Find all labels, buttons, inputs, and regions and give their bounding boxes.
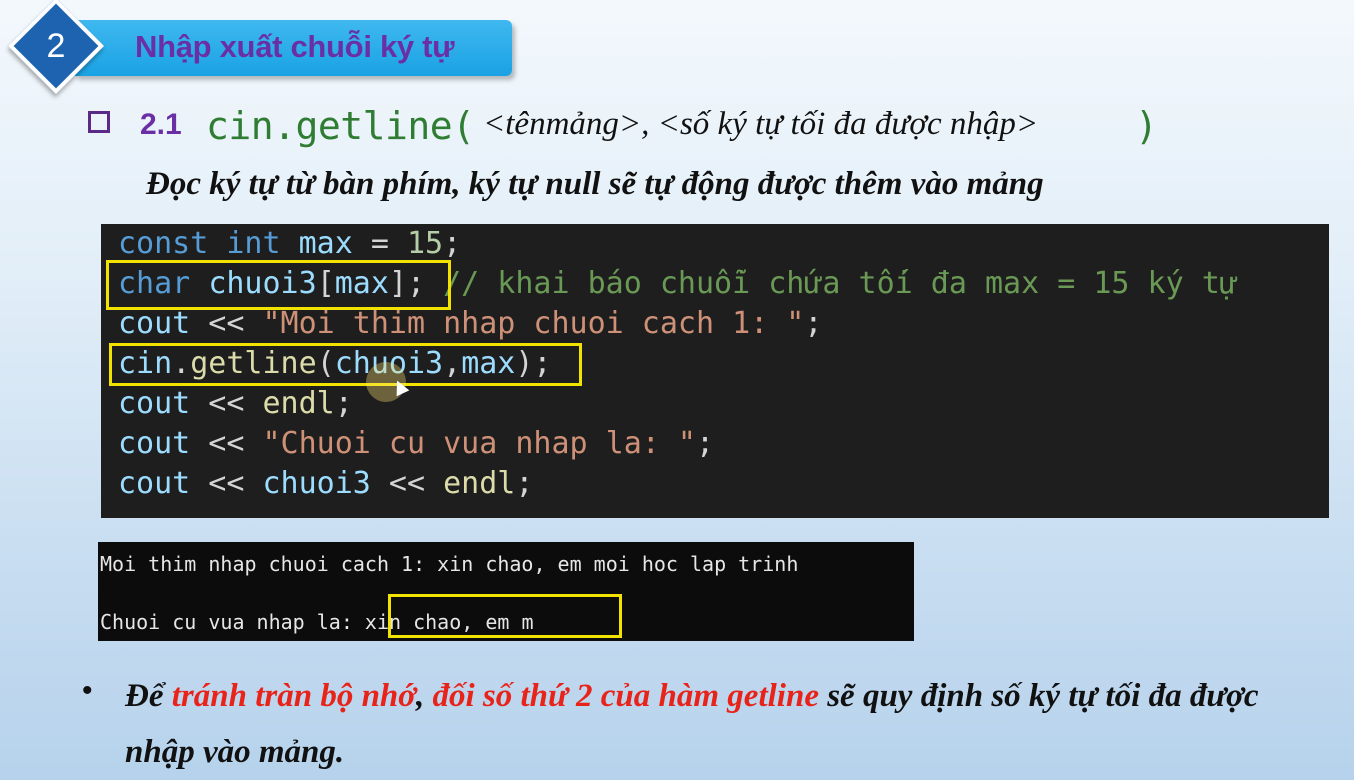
highlight-box-output: [388, 594, 622, 638]
subheading-args: <tênmảng>, <số ký tự tối đa được nhập>: [483, 106, 1039, 142]
highlight-box-getline: [109, 343, 582, 386]
code-panel: const int max = 15; char chuoi3[max]; //…: [101, 224, 1329, 518]
code-line-1: const int max = 15;: [118, 226, 462, 261]
checkbox-square-icon: [88, 111, 110, 133]
code-line-7: cout << chuoi3 << endl;: [118, 466, 534, 501]
section-number: 2: [46, 27, 66, 65]
console-line-1: Moi thim nhap chuoi cach 1: xin chao, em…: [100, 552, 799, 576]
bullet-icon: •: [82, 674, 93, 707]
subheading-function: cin.getline(: [206, 104, 475, 148]
section-title: Nhập xuất chuỗi ký tự: [135, 29, 455, 64]
console-output: Moi thim nhap chuoi cach 1: xin chao, em…: [98, 542, 914, 641]
console-line-2-prefix: Chuoi cu vua nhap la:: [100, 610, 365, 634]
subheading-close-paren: ): [1135, 104, 1158, 148]
code-line-3: cout << "Moi thim nhap chuoi cach 1: ";: [118, 306, 823, 341]
description: Đọc ký tự từ bàn phím, ký tự null sẽ tự …: [146, 166, 1044, 202]
note-text: Để tránh tràn bộ nhớ, đối số thứ 2 của h…: [125, 678, 1259, 770]
section-banner: Nhập xuất chuỗi ký tự: [75, 20, 512, 76]
code-line-5: cout << endl;: [118, 386, 353, 421]
code-line-6: cout << "Chuoi cu vua nhap la: ";: [118, 426, 715, 461]
highlight-box-declaration: [106, 260, 451, 310]
subheading-number: 2.1: [140, 108, 182, 141]
